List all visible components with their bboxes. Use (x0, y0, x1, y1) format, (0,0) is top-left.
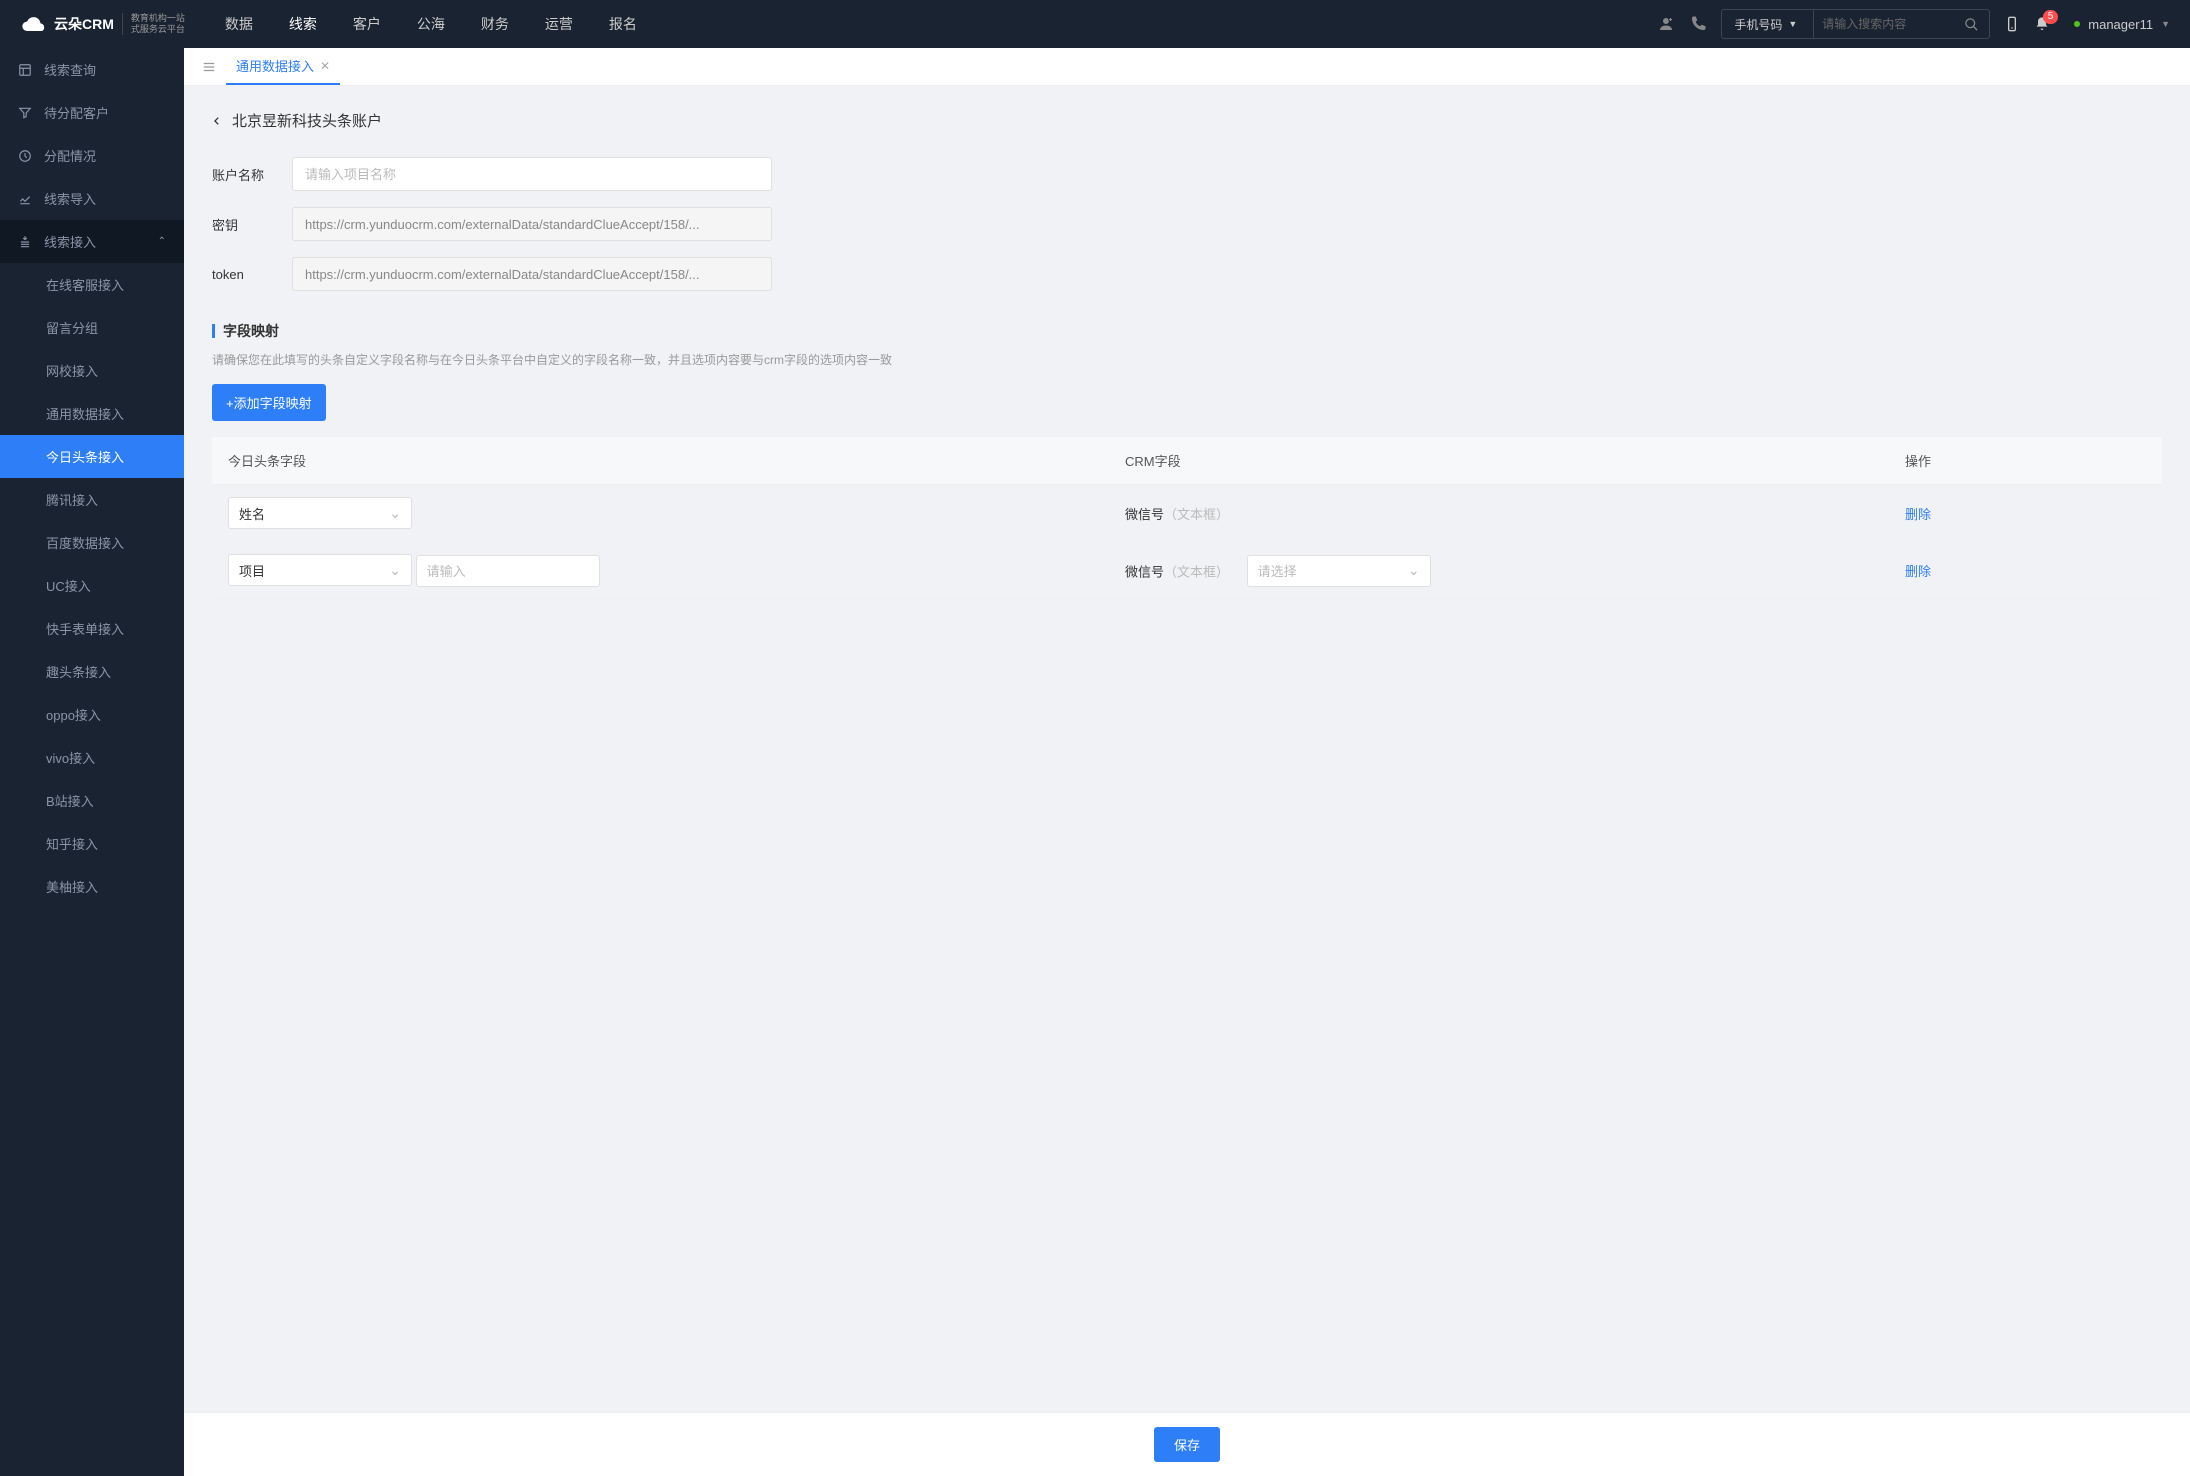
table-header: 今日头条字段 (212, 437, 1109, 485)
search-input[interactable] (1814, 17, 1954, 31)
chevron-down-icon: ▼ (2161, 19, 2170, 29)
nav-item[interactable]: 线索 (289, 14, 317, 34)
logo-text: 云朵CRM (54, 14, 114, 34)
tabs-bar: 通用数据接入 ✕ (184, 48, 2190, 86)
user-menu[interactable]: manager11 ▼ (2074, 17, 2170, 32)
sidebar-subitem[interactable]: oppo接入 (0, 693, 184, 736)
sidebar-subitem[interactable]: 趣头条接入 (0, 650, 184, 693)
field-extra-input[interactable] (416, 555, 600, 587)
section-desc: 请确保您在此填写的头条自定义字段名称与在今日头条平台中自定义的字段名称一致，并且… (212, 351, 2162, 368)
mobile-icon[interactable] (2004, 16, 2020, 32)
notification-bell[interactable]: 5 (2034, 16, 2050, 32)
table-header: 操作 (1889, 437, 2162, 485)
toutiao-field-select[interactable]: 项目 (228, 554, 412, 586)
search-button[interactable] (1954, 17, 1989, 32)
page-title-back[interactable]: 北京昱新科技头条账户 (212, 110, 2162, 131)
sidebar-item[interactable]: 线索导入 (0, 177, 184, 220)
nav-item[interactable]: 数据 (225, 14, 253, 34)
search-box: 手机号码 ▼ (1721, 9, 1990, 39)
sidebar-icon (18, 192, 32, 206)
crm-field-type: （文本框） (1164, 564, 1229, 579)
sidebar-subitem[interactable]: 网校接入 (0, 349, 184, 392)
sidebar-subitem[interactable]: 通用数据接入 (0, 392, 184, 435)
sidebar-item[interactable]: 待分配客户 (0, 91, 184, 134)
status-dot-icon (2074, 21, 2080, 27)
sidebar-icon (18, 149, 32, 163)
sidebar-item[interactable]: 线索接入⌃ (0, 220, 184, 263)
table-row: 姓名 微信号（文本框） 删除 (212, 485, 2162, 542)
user-plus-icon[interactable] (1657, 15, 1675, 33)
sidebar-subitem[interactable]: 留言分组 (0, 306, 184, 349)
sidebar-subitem[interactable]: 腾讯接入 (0, 478, 184, 521)
phone-icon[interactable] (1689, 15, 1707, 33)
sidebar-subitem[interactable]: B站接入 (0, 779, 184, 822)
nav-item[interactable]: 财务 (481, 14, 509, 34)
footer-bar: 保存 (184, 1412, 2190, 1476)
delete-link[interactable]: 删除 (1905, 564, 1931, 579)
nav-item[interactable]: 报名 (609, 14, 637, 34)
add-mapping-button[interactable]: +添加字段映射 (212, 384, 326, 421)
nav-item[interactable]: 运营 (545, 14, 573, 34)
token-label: token (212, 267, 292, 282)
cloud-icon (20, 10, 48, 38)
close-icon[interactable]: ✕ (320, 59, 330, 73)
sidebar-icon (18, 63, 32, 77)
nav-item[interactable]: 公海 (417, 14, 445, 34)
chevron-up-icon: ⌃ (158, 236, 166, 247)
save-button[interactable]: 保存 (1154, 1427, 1220, 1462)
toutiao-field-select[interactable]: 姓名 (228, 497, 412, 529)
secret-input[interactable] (292, 207, 772, 241)
sidebar: 线索查询待分配客户分配情况线索导入线索接入⌃在线客服接入留言分组网校接入通用数据… (0, 48, 184, 1476)
account-name-label: 账户名称 (212, 165, 292, 184)
sidebar-subitem[interactable]: vivo接入 (0, 736, 184, 779)
sidebar-subitem[interactable]: 美柚接入 (0, 865, 184, 908)
sidebar-subitem[interactable]: 百度数据接入 (0, 521, 184, 564)
notification-badge: 5 (2043, 10, 2059, 24)
mapping-table: 今日头条字段CRM字段操作 姓名微信号（文本框）删除项目 微信号（文本框） 请选… (212, 437, 2162, 600)
sidebar-item[interactable]: 分配情况 (0, 134, 184, 177)
sidebar-subitem[interactable]: UC接入 (0, 564, 184, 607)
crm-field-label: 微信号 (1125, 564, 1164, 579)
delete-link[interactable]: 删除 (1905, 507, 1931, 522)
crm-field-label: 微信号 (1125, 507, 1164, 522)
username: manager11 (2088, 17, 2153, 32)
sidebar-item[interactable]: 线索查询 (0, 48, 184, 91)
crm-field-type: （文本框） (1164, 507, 1229, 522)
main-nav: 数据 线索 客户 公海 财务 运营 报名 (225, 14, 637, 34)
sidebar-subitem[interactable]: 在线客服接入 (0, 263, 184, 306)
page-title: 北京昱新科技头条账户 (232, 110, 382, 131)
nav-item[interactable]: 客户 (353, 14, 381, 34)
table-row: 项目 微信号（文本框） 请选择 删除 (212, 542, 2162, 600)
sidebar-icon (18, 235, 32, 249)
tab-active[interactable]: 通用数据接入 ✕ (226, 48, 340, 85)
sidebar-icon (18, 106, 32, 120)
header: 云朵CRM 教育机构一站 式服务云平台 数据 线索 客户 公海 财务 运营 报名 手机号码 … (0, 0, 2190, 48)
sidebar-subitem[interactable]: 知乎接入 (0, 822, 184, 865)
sidebar-subitem[interactable]: 今日头条接入 (0, 435, 184, 478)
token-input[interactable] (292, 257, 772, 291)
logo[interactable]: 云朵CRM 教育机构一站 式服务云平台 (20, 10, 185, 38)
logo-subtitle: 教育机构一站 式服务云平台 (122, 13, 185, 35)
content: 通用数据接入 ✕ 北京昱新科技头条账户 账户名称 密钥 token 字段映射 (184, 48, 2190, 1476)
secret-label: 密钥 (212, 215, 292, 234)
section-title: 字段映射 (212, 321, 2162, 341)
search-type-select[interactable]: 手机号码 ▼ (1722, 10, 1814, 38)
table-header: CRM字段 (1109, 437, 1889, 485)
account-name-input[interactable] (292, 157, 772, 191)
sidebar-subitem[interactable]: 快手表单接入 (0, 607, 184, 650)
back-icon (212, 114, 222, 128)
crm-field-select[interactable]: 请选择 (1247, 555, 1431, 587)
tabs-menu-icon[interactable] (192, 60, 226, 74)
